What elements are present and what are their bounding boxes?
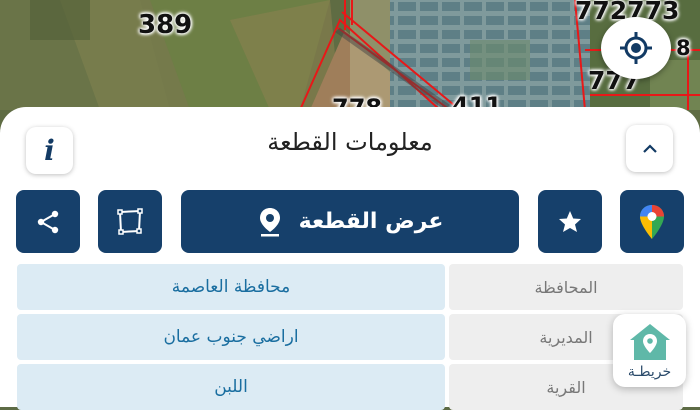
governorate-value: محافظة العاصمة xyxy=(17,264,445,310)
share-icon xyxy=(37,210,59,233)
show-parcel-button[interactable]: عرض القطعة xyxy=(181,190,519,253)
directorate-value: اراضي جنوب عمان xyxy=(17,314,445,360)
parcel-number-label[interactable]: 389 xyxy=(138,12,192,38)
khareeta-logo-badge[interactable]: خريطـة xyxy=(613,314,686,387)
chevron-up-icon xyxy=(642,143,657,153)
draw-polygon-button[interactable] xyxy=(98,190,162,253)
info-button[interactable]: i xyxy=(26,127,73,174)
info-icon: i xyxy=(44,134,55,167)
show-parcel-label: عرض القطعة xyxy=(298,209,444,234)
village-value: اللبن xyxy=(17,364,445,410)
crosshair-icon xyxy=(620,32,652,64)
favorite-button[interactable] xyxy=(538,190,602,253)
google-maps-pin-icon xyxy=(640,204,664,239)
share-button[interactable] xyxy=(16,190,80,253)
collapse-button[interactable] xyxy=(626,125,673,172)
parcel-number-label[interactable]: 8 xyxy=(676,38,691,59)
khareeta-badge-text: خريطـة xyxy=(627,363,672,380)
locate-me-button[interactable] xyxy=(601,17,671,79)
governorate-label: المحافظة xyxy=(449,264,683,310)
location-pin-icon xyxy=(259,207,280,236)
house-pin-icon xyxy=(629,323,670,360)
panel-title: معلومات القطعة xyxy=(267,128,433,156)
star-icon xyxy=(559,210,581,232)
polygon-icon xyxy=(117,207,143,235)
google-maps-button[interactable] xyxy=(620,190,684,253)
